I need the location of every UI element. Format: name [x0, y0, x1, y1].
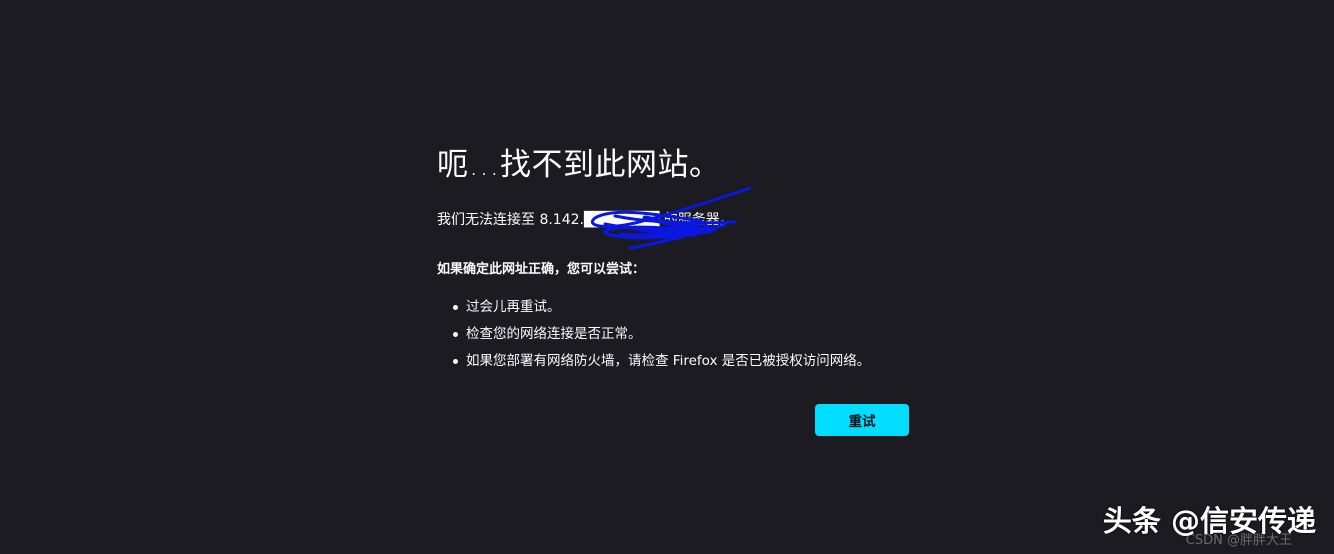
suggestion-text: 如果您部署有网络防火墙，请检查 Firefox 是否已被授权访问网络。	[466, 353, 871, 369]
list-item: 如果您部署有网络防火墙，请检查 Firefox 是否已被授权访问网络。	[437, 348, 870, 375]
suggestion-list: 过会儿再重试。 检查您的网络连接是否正常。 如果您部署有网络防火墙，请检查 Fi…	[437, 294, 870, 375]
error-description: 我们无法连接至 8.142.███████ 的服务器。	[437, 186, 752, 250]
retry-button[interactable]: 重试	[815, 404, 909, 436]
error-description-text: 我们无法连接至 8.142.███████ 的服务器。	[437, 212, 734, 228]
toutiao-watermark: 头条 @信安传递	[1102, 504, 1316, 538]
bullet-dot-icon	[453, 332, 458, 337]
suggestion-text: 过会儿再重试。	[466, 299, 561, 315]
error-title: 呃…找不到此网站。	[437, 147, 721, 183]
firefox-error-page: 呃…找不到此网站。 我们无法连接至 8.142.███████ 的服务器。 如果…	[0, 0, 1334, 554]
error-container: 呃…找不到此网站。 我们无法连接至 8.142.███████ 的服务器。 如果…	[437, 142, 909, 436]
bullet-dot-icon	[453, 305, 458, 310]
list-item: 检查您的网络连接是否正常。	[437, 321, 870, 348]
suggestion-text: 检查您的网络连接是否正常。	[466, 326, 642, 342]
suggestion-heading: 如果确定此网址正确，您可以尝试：	[437, 262, 646, 277]
list-item: 过会儿再重试。	[437, 294, 870, 321]
bullet-dot-icon	[453, 359, 458, 364]
